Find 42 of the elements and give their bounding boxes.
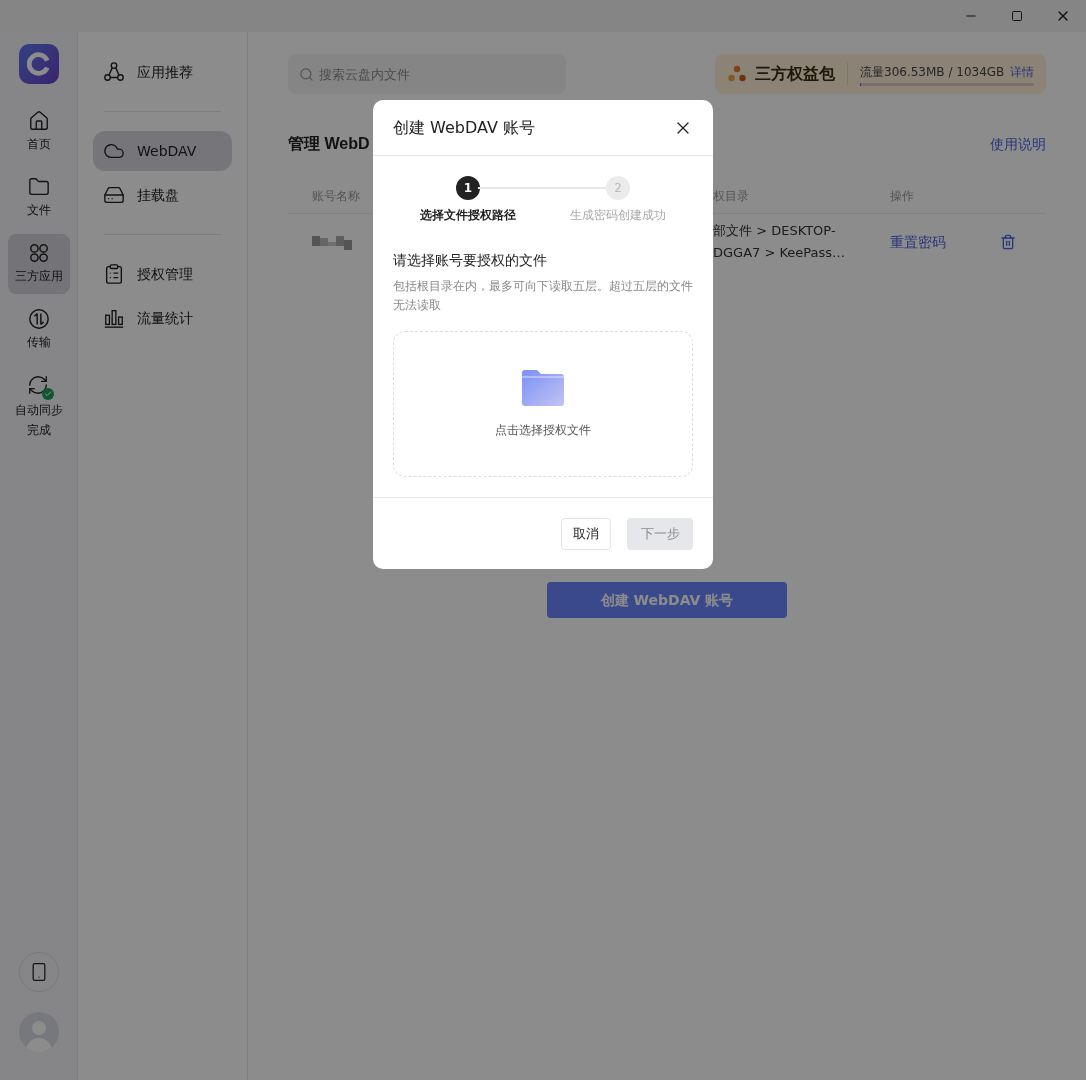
benefit-banner[interactable]: 三方权益包 流量306.53MB / 1034GB 详情 [715,54,1046,94]
reset-password-link[interactable]: 重置密码 [890,231,1000,253]
app-logo [18,44,59,84]
maximize-icon [1011,10,1023,22]
dialog-title: 创建 WebDAV 账号 [393,116,535,139]
path-text: DGGA7 > KeePass… [713,244,847,262]
sidebar-item[interactable]: 挂载盘 [93,175,232,215]
sidebar-item[interactable]: 应用推荐 [93,52,232,92]
search-icon [299,67,314,82]
share-nodes-icon [103,61,125,83]
step-label: 生成密码创建成功 [570,207,666,224]
usage-text: 流量306.53MB / 1034GB [860,63,1005,81]
page-heading: 管理 WebD [288,134,370,154]
folder-icon [27,176,50,198]
four-circles-icon [27,242,50,264]
cancel-button[interactable]: 取消 [561,517,611,550]
nav-rail-item[interactable]: 三方应用 [7,234,70,294]
nav-rail-item[interactable]: 首页 [7,102,70,162]
delete-icon[interactable] [1000,234,1016,250]
clipboard-icon [103,263,125,285]
transfer-icon [27,308,50,330]
prompt-text: 请选择账号要授权的文件 [393,251,548,270]
benefit-title: 三方权益包 [755,63,835,85]
blurred-name [312,234,354,250]
hint-text: 包括根目录在内，最多可向下读取五层。超过五层的文件无法读取 [393,278,693,314]
file-drop-zone[interactable]: 点击选择授权文件 [393,331,693,477]
sidebar-item[interactable]: 授权管理 [93,254,232,294]
nav-rail-item[interactable]: 传输 [7,300,70,360]
folder-icon [520,369,566,407]
help-link[interactable]: 使用说明 [990,133,1046,155]
nav-rail-item[interactable]: 自动同步完成 [7,366,70,448]
path-text: 部文件 > DESKTOP- [713,222,837,240]
search-field[interactable]: 搜索云盘内文件 [288,54,566,94]
bar-chart-icon [103,307,125,329]
sidebar-item[interactable]: WebDAV [93,131,232,171]
sidebar-item[interactable]: 流量统计 [93,298,232,338]
step-number: 1 [456,176,480,200]
details-link[interactable]: 详情 [1010,62,1034,81]
home-icon [27,110,50,132]
step-label: 选择文件授权路径 [420,207,516,224]
nav-rail-item[interactable]: 文件 [7,168,70,228]
sync-done-icon [26,374,51,398]
